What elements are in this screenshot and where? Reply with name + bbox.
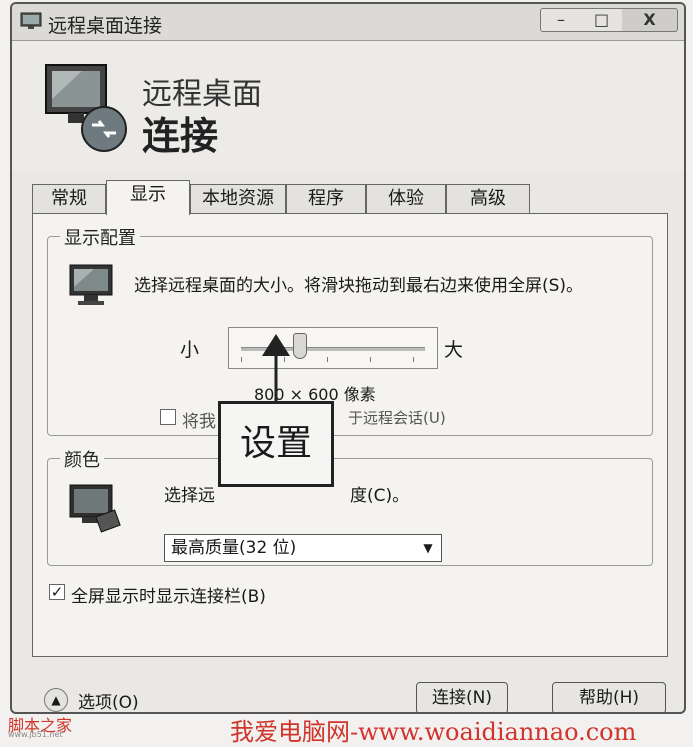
connect-button[interactable]: 连接(N) (416, 682, 508, 712)
remote-desktop-icon (20, 12, 42, 29)
multi-monitor-label-end: 于远程会话(U) (348, 409, 446, 427)
slider-tick (370, 357, 371, 362)
tab-advanced[interactable]: 高级 (446, 184, 530, 214)
multi-monitor-label-start: 将我 (182, 412, 216, 432)
color-depth-select[interactable]: 最高质量(32 位) ▼ (164, 534, 442, 562)
options-toggle-button[interactable]: ▲ (44, 688, 68, 712)
fullscreen-bar-checkbox[interactable]: ✓ (49, 584, 65, 600)
close-button[interactable]: X (622, 8, 678, 32)
slider-tick (413, 357, 414, 362)
slider-small-label: 小 (180, 339, 200, 361)
header-title-line2: 连接 (142, 114, 219, 158)
options-label[interactable]: 选项(O) (78, 688, 139, 712)
monitor-icon (69, 264, 113, 305)
display-tab-panel: 显示配置 选择远程桌面的大小。将滑块拖动到最右边来使用全屏(S)。 小 大 80 (32, 213, 668, 657)
tab-display[interactable]: 显示 (106, 180, 190, 215)
display-config-title: 显示配置 (60, 224, 140, 250)
display-config-description: 选择远程桌面的大小。将滑块拖动到最右边来使用全屏(S)。 (134, 276, 584, 296)
slider-tick (327, 357, 328, 362)
title-bar[interactable]: 远程桌面连接 – □ X (12, 4, 684, 41)
color-depth-value: 最高质量(32 位) (171, 538, 297, 558)
color-description-end: 度(C)。 (350, 486, 410, 506)
remote-desktop-connection-icon (45, 64, 127, 152)
fullscreen-bar-label: 全屏显示时显示连接栏(B) (71, 587, 266, 607)
color-description-start: 选择远 (164, 486, 215, 506)
color-title: 颜色 (60, 446, 104, 472)
tab-experience[interactable]: 体验 (366, 184, 446, 214)
display-size-slider[interactable] (228, 327, 438, 369)
tab-general[interactable]: 常规 (32, 184, 106, 214)
multi-monitor-checkbox[interactable] (160, 409, 176, 425)
header-banner: 远程桌面 连接 (12, 41, 684, 171)
watermark-left-sub: www.jb51.net (8, 730, 63, 739)
checkmark-icon: ✓ (50, 583, 64, 601)
remote-desktop-window: 远程桌面连接 – □ X 远程桌面 连接 常规 显示 本地资源 程序 体验 高级… (10, 2, 686, 714)
color-group: 颜色 选择远 度(C)。 最高质量(32 位) ▼ (47, 446, 653, 566)
color-monitor-icon (69, 484, 121, 533)
maximize-button[interactable]: □ (581, 8, 623, 32)
slider-tick (284, 357, 285, 362)
chevron-up-icon: ▲ (51, 693, 61, 707)
tab-programs[interactable]: 程序 (286, 184, 366, 214)
annotation-label: 设置 (218, 401, 334, 487)
slider-large-label: 大 (444, 339, 464, 361)
window-title: 远程桌面连接 (48, 15, 163, 37)
slider-tick (241, 357, 242, 362)
slider-thumb[interactable] (292, 333, 307, 359)
minimize-button[interactable]: – (540, 8, 582, 32)
tab-local-resources[interactable]: 本地资源 (190, 184, 286, 214)
chevron-down-icon: ▼ (423, 541, 433, 555)
slider-track[interactable] (241, 347, 425, 351)
display-config-group: 显示配置 选择远程桌面的大小。将滑块拖动到最右边来使用全屏(S)。 小 大 80 (47, 224, 653, 436)
help-button[interactable]: 帮助(H) (552, 682, 666, 712)
